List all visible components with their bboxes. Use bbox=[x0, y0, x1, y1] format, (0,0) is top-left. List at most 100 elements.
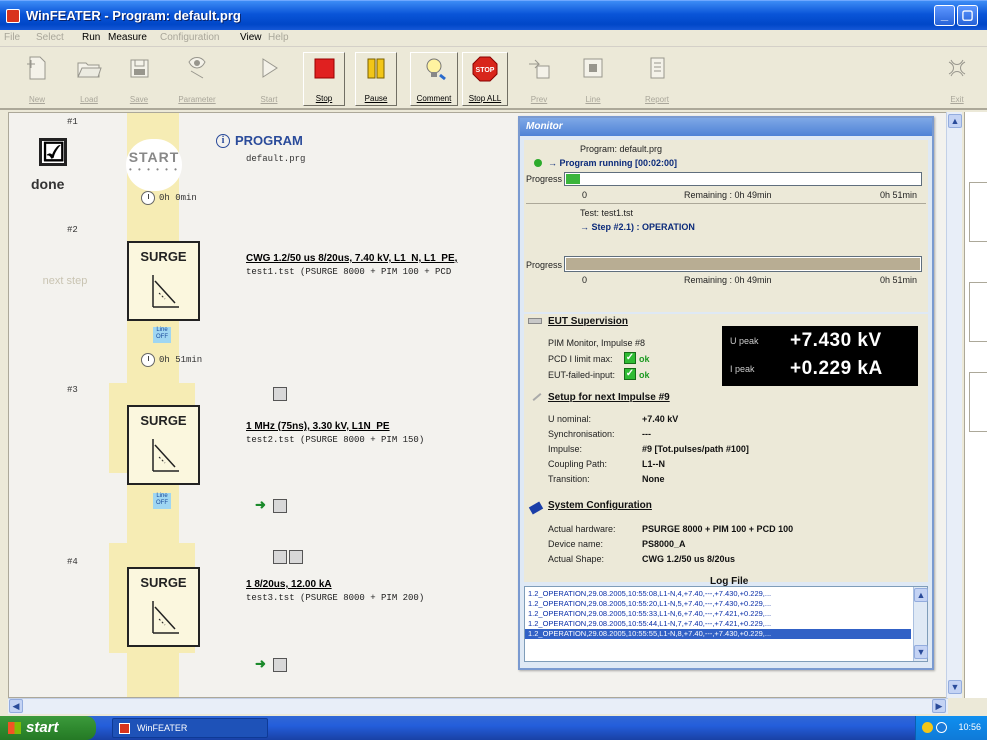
stop-button[interactable]: Stop bbox=[303, 52, 345, 106]
log-line[interactable]: 1.2_OPERATION,29.08.2005,10:55:33,L1-N,6… bbox=[525, 609, 911, 619]
monitor-icon[interactable] bbox=[273, 550, 287, 564]
scroll-down-icon[interactable]: ▼ bbox=[914, 645, 928, 659]
device-icon[interactable] bbox=[273, 499, 287, 513]
save-button[interactable]: Save bbox=[118, 52, 160, 106]
prev-icon bbox=[529, 59, 550, 79]
menu-measure[interactable]: Measure bbox=[108, 32, 147, 43]
scroll-down-icon[interactable]: ▼ bbox=[948, 680, 962, 694]
step-label: → Step #2.1) : OPERATION bbox=[580, 222, 695, 232]
program-progress-bar bbox=[564, 172, 922, 186]
monitor-title[interactable]: Monitor bbox=[520, 118, 932, 136]
done-label: done bbox=[31, 176, 65, 192]
system-configuration-title: System Configuration bbox=[548, 500, 652, 511]
stop-sign-icon: STOP bbox=[472, 56, 498, 82]
windows-logo-icon bbox=[8, 722, 21, 734]
parameter-button[interactable]: Parameter bbox=[176, 52, 218, 106]
clock-icon bbox=[141, 353, 155, 367]
toolbar: New Load Save Parameter Start Stop Pause bbox=[0, 48, 987, 110]
log-file-list[interactable]: 1.2_OPERATION,29.08.2005,10:55:08,L1-N,4… bbox=[524, 586, 928, 662]
test-file: test1.tst (PSURGE 8000 + PIM 100 + PCD bbox=[246, 267, 452, 277]
save-icon bbox=[130, 59, 149, 78]
scroll-right-icon[interactable]: ▶ bbox=[932, 699, 946, 713]
program-status: → Program running [00:02:00] bbox=[548, 158, 678, 168]
info-icon: i bbox=[216, 134, 230, 148]
surge-waveform-icon bbox=[152, 439, 179, 472]
tray-icon[interactable] bbox=[922, 722, 933, 733]
scroll-up-icon[interactable]: ▲ bbox=[948, 114, 962, 128]
test-header[interactable]: CWG 1.2/50 us 8/20us, 7.40 kV, L1_N, L1_… bbox=[246, 253, 457, 264]
play-icon bbox=[262, 58, 278, 78]
log-line[interactable]: 1.2_OPERATION,29.08.2005,10:55:08,L1-N,4… bbox=[525, 589, 911, 599]
test-label: Test: test1.tst bbox=[580, 208, 634, 218]
menu-help[interactable]: Help bbox=[268, 32, 289, 43]
checkbox-done-icon[interactable]: ☑ bbox=[39, 138, 67, 166]
line-off-badge: Line OFF bbox=[153, 327, 171, 343]
u-peak-value: +7.430 kV bbox=[790, 330, 882, 351]
app-icon bbox=[119, 723, 130, 734]
surge-waveform-icon bbox=[152, 275, 179, 308]
step-progress-bar bbox=[564, 256, 922, 272]
surge-block[interactable]: SURGE bbox=[127, 405, 200, 485]
test-header[interactable]: 1 MHz (75ns), 3.30 kV, L1N_PE bbox=[246, 421, 390, 432]
monitor-icon[interactable] bbox=[273, 387, 287, 401]
running-status-icon bbox=[534, 159, 542, 167]
peak-readout-display: U peak +7.430 kV I peak +0.229 kA bbox=[722, 326, 918, 386]
new-file-icon bbox=[27, 56, 46, 80]
start-badge: START • • • • • • bbox=[126, 139, 182, 191]
start-button-taskbar[interactable]: start bbox=[0, 716, 96, 740]
wrench-icon bbox=[528, 501, 544, 515]
right-side-panel bbox=[964, 112, 987, 698]
taskbar: start WinFEATER 10:56 bbox=[0, 716, 987, 740]
setup-title: Setup for next Impulse #9 bbox=[548, 392, 670, 403]
stop-all-button[interactable]: STOP Stop ALL bbox=[462, 52, 508, 106]
tray-icon[interactable] bbox=[936, 722, 947, 733]
pause-button[interactable]: Pause bbox=[355, 52, 397, 106]
line-button[interactable]: Line bbox=[572, 52, 614, 106]
program-file: default.prg bbox=[246, 154, 306, 164]
scroll-left-icon[interactable]: ◀ bbox=[9, 699, 23, 713]
scroll-up-icon[interactable]: ▲ bbox=[914, 588, 928, 602]
main-vertical-scrollbar[interactable]: ▲ ▼ bbox=[946, 112, 962, 698]
step-number: #2 bbox=[67, 225, 78, 235]
log-scrollbar[interactable]: ▲ ▼ bbox=[913, 587, 928, 661]
surge-block[interactable]: SURGE bbox=[127, 567, 200, 647]
menu-view[interactable]: View bbox=[240, 32, 262, 43]
load-button[interactable]: Load bbox=[68, 52, 110, 106]
prev-button[interactable]: Prev bbox=[518, 52, 560, 106]
test-header[interactable]: 1 8/20us, 12.00 kA bbox=[246, 579, 332, 590]
step-number: #4 bbox=[67, 557, 78, 567]
stop-icon bbox=[314, 58, 335, 79]
report-icon bbox=[650, 57, 665, 79]
surge-waveform-icon bbox=[152, 601, 179, 634]
surge-block[interactable]: SURGE bbox=[127, 241, 200, 321]
ok-check-icon: ✓ bbox=[624, 368, 636, 380]
log-line[interactable]: 1.2_OPERATION,29.08.2005,10:55:44,L1-N,7… bbox=[525, 619, 911, 629]
app-icon bbox=[6, 9, 20, 23]
log-line[interactable]: 1.2_OPERATION,29.08.2005,10:55:20,L1-N,5… bbox=[525, 599, 911, 609]
main-horizontal-scrollbar[interactable]: ◀ ▶ bbox=[8, 698, 948, 714]
minimize-button[interactable]: _ bbox=[934, 5, 955, 26]
menu-file[interactable]: File bbox=[4, 32, 20, 43]
setup-icon bbox=[532, 393, 542, 401]
report-button[interactable]: Report bbox=[636, 52, 678, 106]
menu-select[interactable]: Select bbox=[36, 32, 64, 43]
exit-button[interactable]: Exit bbox=[936, 52, 978, 106]
monitor-window: Monitor Program: default.prg → Program r… bbox=[518, 116, 934, 670]
save-disk-icon[interactable] bbox=[289, 550, 303, 564]
maximize-button[interactable]: ▢ bbox=[957, 5, 978, 26]
start-button[interactable]: Start bbox=[248, 52, 290, 106]
svg-text:STOP: STOP bbox=[476, 67, 495, 74]
exit-icon bbox=[948, 59, 966, 77]
eut-supervision-title: EUT Supervision bbox=[548, 316, 629, 327]
taskbar-app-item[interactable]: WinFEATER bbox=[112, 718, 268, 738]
menu-configuration[interactable]: Configuration bbox=[160, 32, 219, 43]
ok-check-icon: ✓ bbox=[624, 352, 636, 364]
pause-icon bbox=[367, 58, 385, 79]
app-window: WinFEATER - Program: default.prg _ ▢ Fil… bbox=[0, 0, 987, 740]
taskbar-clock: 10:56 bbox=[958, 722, 981, 732]
comment-button[interactable]: Comment bbox=[410, 52, 458, 106]
menu-run[interactable]: Run bbox=[82, 32, 100, 43]
new-button[interactable]: New bbox=[16, 52, 58, 106]
device-icon[interactable] bbox=[273, 658, 287, 672]
log-line[interactable]: 1.2_OPERATION,29.08.2005,10:55:55,L1-N,8… bbox=[525, 629, 911, 639]
